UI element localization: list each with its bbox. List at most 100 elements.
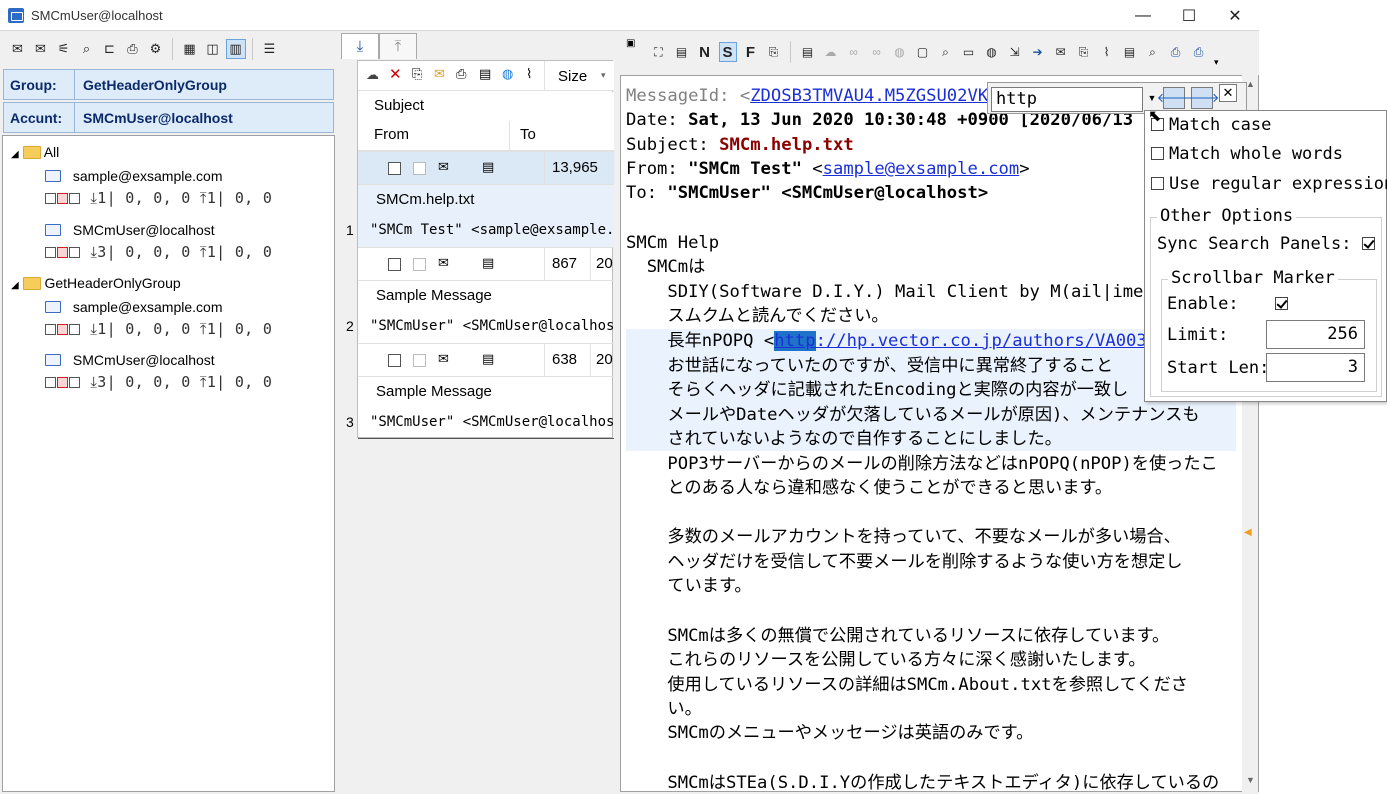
tree-account-item[interactable]: sample@exsample.com [45, 299, 223, 315]
search-hit-link[interactable]: http [774, 331, 816, 351]
row-flag-box[interactable] [413, 258, 426, 271]
limit-input[interactable]: 256 [1266, 320, 1365, 349]
copy-text-icon[interactable]: ▤ [1121, 42, 1139, 62]
normal-view-icon[interactable]: N [696, 42, 714, 62]
send-mail-icon[interactable]: ✉ [31, 39, 51, 59]
layout-grid-icon[interactable]: ▦ [180, 39, 200, 59]
row-checkbox[interactable] [388, 162, 401, 175]
arrow-right-icon[interactable]: ➔ [1029, 42, 1047, 62]
search-icon[interactable]: ⌕ [77, 39, 97, 59]
row-flag-box[interactable] [413, 354, 426, 367]
account-value[interactable]: SMCmUser@localhost [75, 103, 333, 132]
from-to-header: From To [358, 121, 614, 151]
from-name: "SMCm Test" [688, 159, 802, 179]
reply-icon[interactable]: ✉ [1052, 42, 1070, 62]
table-row[interactable]: ✉ ▤ 867 20 Sample Message "SMCmUser" <SM… [358, 247, 614, 343]
link-off-icon[interactable]: ∞ [868, 42, 886, 62]
search-doc-icon[interactable]: ⌕ [1144, 42, 1162, 62]
start-len-input[interactable]: 3 [1266, 353, 1365, 382]
gear-icon[interactable]: ⚙ [146, 39, 166, 59]
from-column-header[interactable]: From [374, 126, 409, 143]
vector-link[interactable]: ://hp.vector.co.jp/authors/VA003011/# [816, 331, 1199, 351]
text-view-icon[interactable]: ▤ [799, 42, 817, 62]
from-email-link[interactable]: sample@exsample.com [823, 159, 1020, 179]
table-row[interactable]: ✉ ▤ 638 20 Sample Message "SMCmUser" <SM… [358, 343, 614, 439]
enable-checkbox[interactable] [1274, 297, 1288, 310]
link-icon[interactable]: ∞ [845, 42, 863, 62]
sort-chevron-icon[interactable]: ▾ [601, 70, 606, 81]
table-row[interactable]: ✉ ▤ 13,965 SMCm.help.txt "SMCm Test" <sa… [358, 151, 614, 247]
collapse-icon[interactable]: ◢ [11, 149, 19, 160]
attachment-icon[interactable]: ⌇ [526, 66, 532, 82]
page-icon[interactable]: ▢ [914, 42, 932, 62]
find-next-button[interactable]: 🡒 [1185, 87, 1219, 109]
cloud-icon[interactable]: ☁ [822, 42, 840, 62]
scroll-up-icon[interactable]: ▲ [1246, 79, 1255, 89]
row-checkbox[interactable] [388, 258, 401, 271]
match-whole-checkbox[interactable] [1151, 147, 1164, 160]
group-value[interactable]: GetHeaderOnlyGroup [75, 70, 333, 99]
receive-mail-icon[interactable]: ✉ [8, 39, 28, 59]
attach-view-icon[interactable]: ⎘ [765, 42, 783, 62]
close-search-button[interactable]: ✕ [1219, 84, 1237, 102]
delete-icon[interactable]: ✕ [389, 65, 402, 83]
tab-inbox[interactable]: ⤓ [341, 33, 379, 59]
download-mark-icon[interactable]: ⎘ [412, 66, 422, 82]
maximize-button[interactable]: ☐ [1166, 0, 1212, 31]
to-column-header[interactable]: To [520, 126, 536, 143]
subject-header[interactable]: Subject [358, 92, 614, 121]
body-line: SDIY(Software D.I.Y.) Mail Client by M(a… [626, 282, 1213, 302]
minimize-button[interactable]: — [1120, 0, 1166, 31]
tree-group-all[interactable]: ◢ All [11, 144, 59, 160]
regex-option[interactable]: Use regular expressions [1151, 174, 1387, 194]
folder-search-icon[interactable]: ⊏ [100, 39, 120, 59]
scroll-down-icon[interactable]: ▼ [1246, 775, 1255, 785]
close-button[interactable]: ✕ [1212, 0, 1258, 31]
export-icon[interactable]: ⇲ [1006, 42, 1024, 62]
print-icon[interactable]: ⎙ [1167, 42, 1185, 62]
sync-panels-option[interactable]: Sync Search Panels: [1157, 234, 1380, 254]
toolbar-overflow-icon[interactable]: ▾ [1214, 57, 1219, 68]
tab-outbox[interactable]: ⤒ [379, 33, 417, 59]
regex-checkbox[interactable] [1151, 177, 1164, 190]
print-icon[interactable]: ⎙ [456, 66, 466, 82]
open-mail-icon: ✉ [438, 159, 449, 174]
full-view-icon[interactable]: F [742, 42, 760, 62]
sync-panels-checkbox[interactable] [1361, 237, 1375, 250]
tree-account-item[interactable]: SMCmUser@localhost [45, 352, 215, 368]
copy-icon[interactable]: ⎘ [1075, 42, 1093, 62]
filter-icon[interactable]: ⚟ [54, 39, 74, 59]
web-icon[interactable]: ◍ [983, 42, 1001, 62]
globe-icon[interactable]: ◍ [891, 42, 909, 62]
match-case-option[interactable]: Match case [1151, 115, 1271, 135]
find-previous-button[interactable]: 🡐 [1157, 87, 1191, 109]
globe-icon[interactable]: ◍ [502, 66, 513, 82]
account-icon [45, 224, 61, 236]
find-icon[interactable]: ⌕ [937, 42, 955, 62]
match-whole-option[interactable]: Match whole words [1151, 144, 1343, 164]
row-flag-box[interactable] [413, 162, 426, 175]
printer-icon[interactable]: ⎙ [1190, 42, 1208, 62]
cloud-icon[interactable]: ☁ [366, 67, 379, 83]
to-label: To: [626, 183, 658, 203]
attachment-icon[interactable]: ⌇ [1098, 42, 1116, 62]
tree-account-item[interactable]: SMCmUser@localhost [45, 222, 215, 238]
layout-columns-icon[interactable]: ▥ [225, 39, 246, 59]
size-column-header[interactable]: Size [558, 68, 587, 85]
source-view-icon[interactable]: S [718, 42, 737, 62]
enable-option[interactable]: Enable: [1167, 294, 1293, 314]
collapse-icon[interactable]: ◢ [11, 280, 19, 291]
envelope-icon[interactable]: ✉ [434, 66, 445, 82]
print-icon[interactable]: ⎙ [123, 39, 143, 59]
headers-icon[interactable]: ▤ [673, 42, 691, 62]
row-checkbox[interactable] [388, 354, 401, 367]
tree-account-item[interactable]: sample@exsample.com [45, 168, 223, 184]
layout-split-icon[interactable]: ◫ [203, 39, 223, 59]
account-icon [45, 354, 61, 366]
tree-group-getheaderonly[interactable]: ◢ GetHeaderOnlyGroup [11, 275, 181, 291]
search-input[interactable]: http [991, 87, 1143, 112]
document-icon[interactable]: ▤ [479, 66, 491, 82]
expand-icon[interactable]: ⛶ [650, 42, 668, 62]
list-view-icon[interactable]: ☰ [260, 39, 280, 59]
window-icon[interactable]: ▭ [960, 42, 978, 62]
